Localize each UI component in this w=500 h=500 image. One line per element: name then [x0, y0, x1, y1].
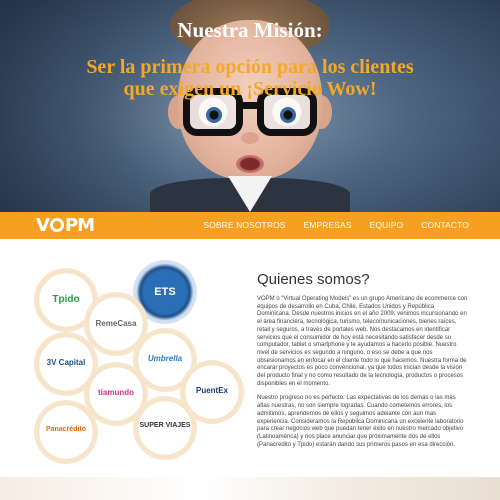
- logo-circle-icon: [49, 218, 64, 232]
- hero-photo-nose: [241, 132, 259, 144]
- brand-label: Panacrédito: [45, 426, 87, 433]
- brand-label: 3V Capital: [46, 358, 86, 367]
- about-title: Quienes somos?: [257, 271, 370, 288]
- vopm-logo[interactable]: V PM: [36, 215, 95, 236]
- about-paragraph: VOPM o “Virtual Operating Models” es un …: [257, 296, 468, 387]
- brand-label: RemeCasa: [95, 319, 137, 328]
- brand-label: tiamundo: [98, 388, 134, 397]
- brand-label: SUPER VIAJES: [139, 422, 191, 429]
- hero-title: Nuestra Misión:: [177, 18, 323, 42]
- nav-item-empresas[interactable]: EMPRESAS: [292, 212, 358, 239]
- hero-banner: Nuestra Misión: Ser la primera opción pa…: [0, 0, 500, 212]
- nav-item-equipo[interactable]: EQUIPO: [358, 212, 410, 239]
- brand-label: ETS: [154, 286, 176, 298]
- brand-label: Tpido: [52, 294, 80, 305]
- about-text: VOPM o “Virtual Operating Models” es un …: [257, 296, 469, 456]
- brand-panacredito-logo[interactable]: Panacrédito: [34, 400, 98, 464]
- hero-photo-mouth: [236, 155, 264, 173]
- brand-logo-grid: Tpido ETS RemeCasa 3V Capital Umbrella t…: [20, 260, 244, 475]
- about-paragraph: Nuestro progreso no es perfecto. Las exp…: [257, 395, 464, 448]
- hero-subtitle: Ser la primera opción para los clientes …: [86, 56, 414, 100]
- nav-item-contacto[interactable]: CONTACTO: [409, 212, 475, 239]
- footer-image-strip: [0, 477, 500, 500]
- nav-menu: SOBRE NOSOTROS EMPRESAS EQUIPO CONTACTO: [191, 212, 475, 239]
- main-nav: V PM SOBRE NOSOTROS EMPRESAS EQUIPO CONTA…: [0, 212, 500, 239]
- nav-item-sobre-nosotros[interactable]: SOBRE NOSOTROS: [191, 212, 291, 239]
- brand-label: Umbrella: [147, 354, 183, 363]
- brand-label: PuentEx: [195, 386, 228, 395]
- brand-superviajes-logo[interactable]: SUPER VIAJES: [133, 396, 197, 460]
